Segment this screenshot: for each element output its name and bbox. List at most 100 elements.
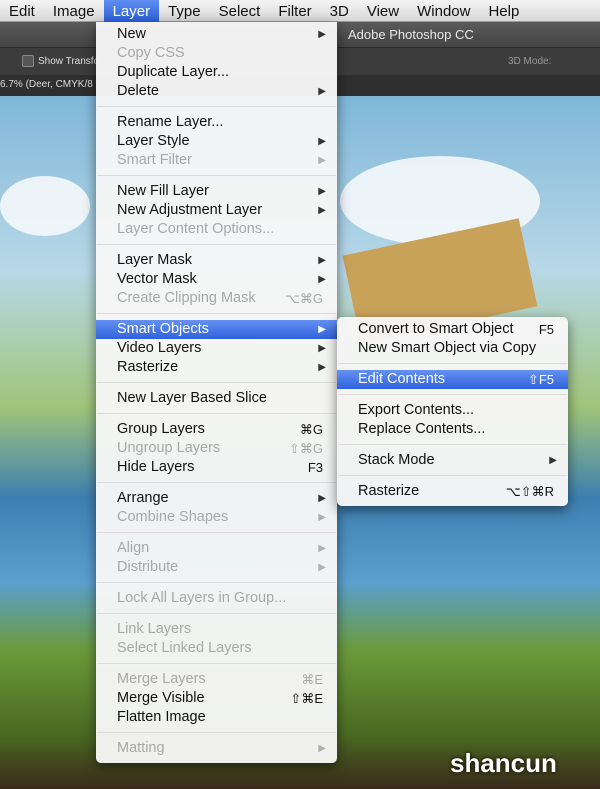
menu-item-label: Link Layers <box>117 621 192 637</box>
menu-item-edit-contents[interactable]: Edit Contents ⇧F5 <box>337 370 568 389</box>
menu-item-new[interactable]: New ▶ <box>96 25 337 44</box>
menu-separator <box>96 477 337 489</box>
menu-separator <box>96 308 337 320</box>
shortcut-label: ⌘G <box>299 422 323 437</box>
menu-item-replace-contents[interactable]: Replace Contents... <box>337 420 568 439</box>
menu-item-duplicate-layer[interactable]: Duplicate Layer... <box>96 63 337 82</box>
menu-separator <box>96 408 337 420</box>
menu-type[interactable]: Type <box>159 0 210 22</box>
submenu-arrow-icon: ▶ <box>318 743 326 754</box>
menu-item-arrange[interactable]: Arrange ▶ <box>96 489 337 508</box>
menu-item-smart-objects[interactable]: Smart Objects ▶ <box>96 320 337 339</box>
menu-item-rasterize[interactable]: Rasterize ⌥⇧⌘R <box>337 482 568 501</box>
menu-item-combine-shapes: Combine Shapes ▶ <box>96 508 337 527</box>
menu-item-flatten-image[interactable]: Flatten Image <box>96 708 337 727</box>
menu-item-vector-mask[interactable]: Vector Mask ▶ <box>96 270 337 289</box>
menu-help[interactable]: Help <box>479 0 528 22</box>
menu-item-new-layer-based-slice[interactable]: New Layer Based Slice <box>96 389 337 408</box>
menu-separator <box>96 170 337 182</box>
menu-item-label: New Smart Object via Copy <box>358 340 537 356</box>
menu-item-label: Lock All Layers in Group... <box>117 590 287 606</box>
menu-view[interactable]: View <box>358 0 408 22</box>
menu-item-label: New Adjustment Layer <box>117 202 263 218</box>
menu-item-label: Align <box>117 540 150 556</box>
menu-item-label: Smart Filter <box>117 152 192 168</box>
submenu-arrow-icon: ▶ <box>318 562 326 573</box>
menu-separator <box>96 101 337 113</box>
menu-item-label: Export Contents... <box>358 402 475 418</box>
menu-item-stack-mode[interactable]: Stack Mode ▶ <box>337 451 568 470</box>
menu-separator <box>337 439 568 451</box>
menu-separator <box>337 389 568 401</box>
menu-item-new-fill-layer[interactable]: New Fill Layer ▶ <box>96 182 337 201</box>
submenu-arrow-icon: ▶ <box>318 274 326 285</box>
menu-item-lock-all-layers-in-group: Lock All Layers in Group... <box>96 589 337 608</box>
menu-item-label: Flatten Image <box>117 709 206 725</box>
menu-item-label: Edit Contents <box>358 371 446 387</box>
menu-item-delete[interactable]: Delete ▶ <box>96 82 337 101</box>
menu-item-rename-layer[interactable]: Rename Layer... <box>96 113 337 132</box>
watermark-logo: shancun <box>450 748 557 778</box>
submenu-arrow-icon: ▶ <box>318 136 326 147</box>
submenu-arrow-icon: ▶ <box>318 255 326 266</box>
menu-filter[interactable]: Filter <box>269 0 320 22</box>
menu-item-new-adjustment-layer[interactable]: New Adjustment Layer ▶ <box>96 201 337 220</box>
menu-item-merge-visible[interactable]: Merge Visible ⇧⌘E <box>96 689 337 708</box>
menu-item-ungroup-layers: Ungroup Layers ⇧⌘G <box>96 439 337 458</box>
shortcut-label: ⌥⌘G <box>284 291 323 306</box>
menu-item-video-layers[interactable]: Video Layers ▶ <box>96 339 337 358</box>
menu-item-layer-content-options: Layer Content Options... <box>96 220 337 239</box>
menu-separator <box>96 658 337 670</box>
submenu-arrow-icon: ▶ <box>549 455 557 466</box>
menu-item-label: New Layer Based Slice <box>117 390 267 406</box>
menu-item-convert-to-smart-object[interactable]: Convert to Smart Object F5 <box>337 320 568 339</box>
menu-item-copy-css: Copy CSS <box>96 44 337 63</box>
menu-item-layer-mask[interactable]: Layer Mask ▶ <box>96 251 337 270</box>
shortcut-label: F5 <box>538 322 554 337</box>
menu-item-label: Convert to Smart Object <box>358 321 514 337</box>
menu-separator <box>337 470 568 482</box>
menu-item-merge-layers: Merge Layers ⌘E <box>96 670 337 689</box>
submenu-arrow-icon: ▶ <box>318 205 326 216</box>
shortcut-label: ⇧⌘G <box>288 441 323 456</box>
submenu-arrow-icon: ▶ <box>318 493 326 504</box>
menu-edit[interactable]: Edit <box>0 0 44 22</box>
menu-layer[interactable]: Layer <box>103 0 160 22</box>
submenu-arrow-icon: ▶ <box>318 324 326 335</box>
menu-item-label: Arrange <box>117 490 169 506</box>
menu-item-export-contents[interactable]: Export Contents... <box>337 401 568 420</box>
submenu-arrow-icon: ▶ <box>318 155 326 166</box>
submenu-arrow-icon: ▶ <box>318 543 326 554</box>
menu-item-label: Rename Layer... <box>117 114 224 130</box>
submenu-arrow-icon: ▶ <box>318 512 326 523</box>
menu-item-smart-filter: Smart Filter ▶ <box>96 151 337 170</box>
menu-item-label: Select Linked Layers <box>117 640 252 656</box>
menu-item-group-layers[interactable]: Group Layers ⌘G <box>96 420 337 439</box>
show-transform-label: Show Transfo <box>38 56 100 67</box>
menu-select[interactable]: Select <box>210 0 270 22</box>
shortcut-label: ⇧F5 <box>527 372 554 387</box>
menu-item-new-smart-object-via-copy[interactable]: New Smart Object via Copy <box>337 339 568 358</box>
menu-item-label: Delete <box>117 83 159 99</box>
menu-item-label: Stack Mode <box>358 452 435 468</box>
app-title: Adobe Photoshop CC <box>348 27 474 42</box>
menu-item-label: Rasterize <box>117 359 179 375</box>
menu-item-create-clipping-mask: Create Clipping Mask ⌥⌘G <box>96 289 337 308</box>
menu-image[interactable]: Image <box>44 0 104 22</box>
show-transform-checkbox[interactable] <box>22 55 34 67</box>
menu-item-label: Duplicate Layer... <box>117 64 230 80</box>
menu-item-hide-layers[interactable]: Hide Layers F3 <box>96 458 337 477</box>
menu-item-label: Distribute <box>117 559 179 575</box>
menu-window[interactable]: Window <box>408 0 479 22</box>
menu-separator <box>96 527 337 539</box>
shortcut-label: ⇧⌘E <box>290 691 323 706</box>
menu-item-rasterize[interactable]: Rasterize ▶ <box>96 358 337 377</box>
menu-item-layer-style[interactable]: Layer Style ▶ <box>96 132 337 151</box>
menu-item-label: New Fill Layer <box>117 183 209 199</box>
menu-item-label: Merge Layers <box>117 671 206 687</box>
menu-3d[interactable]: 3D <box>321 0 358 22</box>
submenu-arrow-icon: ▶ <box>318 29 326 40</box>
menu-separator <box>96 377 337 389</box>
menu-item-label: Hide Layers <box>117 459 195 475</box>
smart-objects-submenu: Convert to Smart Object F5 New Smart Objec… <box>337 317 568 506</box>
